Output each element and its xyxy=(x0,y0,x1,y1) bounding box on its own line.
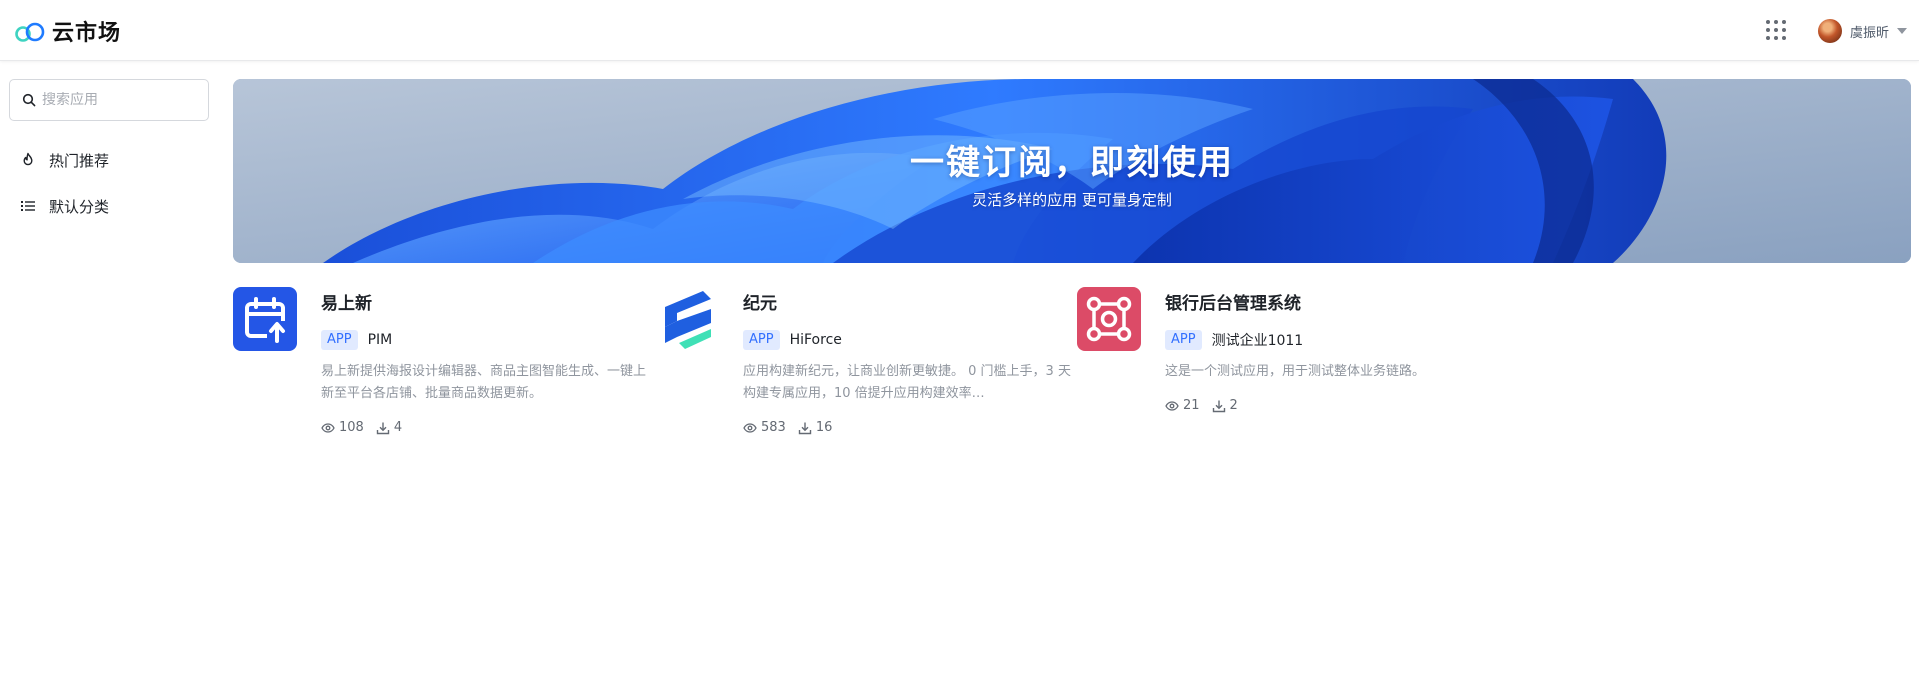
sidebar-item-hot[interactable]: 热门推荐 xyxy=(20,148,109,172)
view-count: 583 xyxy=(743,420,786,435)
app-description: 易上新提供海报设计编辑器、商品主图智能生成、一键上新至平台各店铺、批量商品数据更… xyxy=(321,364,647,401)
download-icon xyxy=(1212,400,1225,412)
app-card-yishangxin[interactable]: 易上新 APP PIM 易上新提供海报设计编辑器、商品主图智能生成、一键上新至平… xyxy=(233,287,646,457)
app-title[interactable]: 银行后台管理系统 xyxy=(1165,293,1495,315)
view-count: 21 xyxy=(1165,398,1200,413)
avatar xyxy=(1818,19,1842,43)
app-type-tag: APP xyxy=(743,330,780,350)
top-header: 云市场 虞振昕 xyxy=(0,0,1919,61)
download-count: 4 xyxy=(376,420,402,435)
app-description: 应用构建新纪元，让商业创新更敏捷。 0 门槛上手，3 天构建专属应用，10 倍提… xyxy=(743,364,1071,401)
chevron-down-icon[interactable] xyxy=(1897,28,1908,34)
cloud-logo-icon xyxy=(15,22,45,42)
user-name: 虞振昕 xyxy=(1850,25,1890,41)
calendar-upload-icon xyxy=(233,287,297,351)
search-icon xyxy=(22,93,36,107)
user-menu[interactable]: 虞振昕 xyxy=(1818,18,1908,44)
eye-icon xyxy=(743,422,757,433)
eye-icon xyxy=(1165,400,1179,411)
flame-icon xyxy=(23,152,33,166)
search-box[interactable] xyxy=(9,79,209,121)
view-count: 108 xyxy=(321,420,364,435)
hero-banner[interactable]: 一键订阅，即刻使用 灵活多样的应用 更可量身定制 xyxy=(233,79,1911,263)
sidebar-item-label: 热门推荐 xyxy=(49,151,110,170)
nodes-square-icon xyxy=(1077,287,1141,351)
app-type-tag: APP xyxy=(321,330,358,350)
logo[interactable]: 云市场 xyxy=(14,17,122,46)
grid-icon[interactable] xyxy=(1766,20,1786,40)
app-type-tag: APP xyxy=(1165,330,1202,350)
download-icon xyxy=(376,422,390,434)
search-input[interactable] xyxy=(42,92,202,108)
app-vendor: HiForce xyxy=(789,332,842,348)
download-count: 2 xyxy=(1212,398,1238,413)
eye-icon xyxy=(321,422,335,433)
app-title[interactable]: 易上新 xyxy=(321,293,651,315)
app-title[interactable]: 纪元 xyxy=(743,293,1073,315)
sidebar-item-label: 默认分类 xyxy=(49,197,110,216)
app-vendor: PIM xyxy=(367,332,393,348)
download-count: 16 xyxy=(798,420,832,435)
app-card-jiyuan[interactable]: 纪元 APP HiForce 应用构建新纪元，让商业创新更敏捷。 0 门槛上手，… xyxy=(655,287,1071,457)
hiforce-logo-icon xyxy=(655,287,719,351)
app-card-bank-admin[interactable]: 银行后台管理系统 APP 测试企业1011 这是一个测试应用，用于测试整体业务链… xyxy=(1077,287,1487,457)
banner-title: 一键订阅，即刻使用 xyxy=(910,143,1234,183)
list-icon xyxy=(21,201,35,211)
app-vendor: 测试企业1011 xyxy=(1211,333,1304,349)
sidebar-item-default-category[interactable]: 默认分类 xyxy=(20,194,109,218)
download-icon xyxy=(798,422,812,434)
logo-text: 云市场 xyxy=(52,21,122,46)
banner-subtitle: 灵活多样的应用 更可量身定制 xyxy=(972,191,1172,209)
app-description: 这是一个测试应用，用于测试整体业务链路。 xyxy=(1165,364,1426,379)
